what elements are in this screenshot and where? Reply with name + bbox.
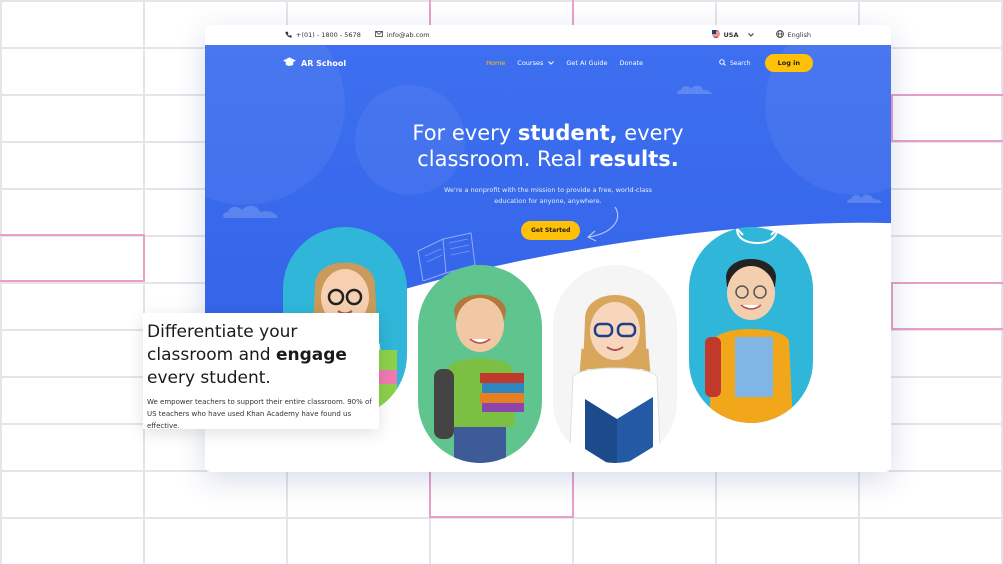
nav-link-courses-label: Courses xyxy=(517,59,544,67)
hero-headline: For every student, every classroom. Real… xyxy=(205,120,891,172)
hero-subtext: We're a nonprofit with the mission to pr… xyxy=(444,186,652,205)
highlight-cell-right-top xyxy=(891,94,1003,142)
feature-card-body: We empower teachers to support their ent… xyxy=(147,398,372,430)
top-info-bar: +(01) - 1800 - 5678 info@ab.com USA Engl… xyxy=(205,25,891,45)
nav-link-donate[interactable]: Donate xyxy=(620,59,644,67)
get-started-button[interactable]: Get Started xyxy=(521,221,581,240)
email-address: info@ab.com xyxy=(386,31,430,39)
nav-link-ai-guide[interactable]: Get AI Guide xyxy=(566,59,607,67)
login-button[interactable]: Log in xyxy=(764,54,813,72)
language-selector[interactable]: English xyxy=(775,30,811,40)
email-contact[interactable]: info@ab.com xyxy=(375,31,430,39)
headline-emphasis: student, xyxy=(517,121,618,145)
graduation-cap-icon xyxy=(283,57,296,69)
cloud-decor xyxy=(220,200,290,224)
search-button[interactable]: Search xyxy=(719,58,751,68)
headline-part: For every xyxy=(412,121,518,145)
us-flag-icon xyxy=(711,30,720,40)
search-icon xyxy=(719,58,726,68)
headline-part: classroom. Real xyxy=(417,147,589,171)
chevron-down-icon xyxy=(747,31,754,39)
highlight-cell-left xyxy=(0,234,145,282)
mail-icon xyxy=(375,31,383,39)
region-label: USA xyxy=(723,31,739,39)
card-title-line: Differentiate your xyxy=(147,322,298,342)
phone-number: +(01) - 1800 - 5678 xyxy=(296,31,361,39)
main-nav: AR School Home Courses Get AI Guide Dona… xyxy=(205,45,891,81)
phone-contact[interactable]: +(01) - 1800 - 5678 xyxy=(285,31,361,40)
globe-icon xyxy=(775,30,784,40)
search-label: Search xyxy=(729,59,751,67)
nav-links: Home Courses Get AI Guide Donate xyxy=(486,59,643,67)
language-label: English xyxy=(787,31,811,39)
student-photo-2 xyxy=(418,265,542,463)
cat-ears-doodle-icon xyxy=(733,225,781,249)
brand-name: AR School xyxy=(301,58,347,68)
cloud-decor xyxy=(845,190,885,209)
highlight-cell-right-mid xyxy=(891,282,1003,330)
nav-link-home[interactable]: Home xyxy=(486,59,505,67)
highlight-cell-bottom xyxy=(429,470,574,518)
brand-logo[interactable]: AR School xyxy=(283,57,346,69)
phone-icon xyxy=(285,31,292,40)
nav-link-courses[interactable]: Courses xyxy=(517,59,555,67)
feature-card: Differentiate your classroom and engage … xyxy=(143,313,379,430)
student-photo-4 xyxy=(689,227,813,423)
headline-part: every xyxy=(617,121,684,145)
region-selector[interactable]: USA xyxy=(711,30,754,40)
card-title-emphasis: engage xyxy=(275,345,347,365)
student-photo-3 xyxy=(553,265,677,463)
card-title-line: every student. xyxy=(147,368,271,388)
headline-emphasis: results. xyxy=(589,147,679,171)
highlight-cell-top xyxy=(429,0,574,27)
chevron-down-icon xyxy=(548,59,555,67)
cloud-decor xyxy=(675,81,715,100)
card-title-line: classroom and xyxy=(147,345,276,365)
feature-card-title: Differentiate your classroom and engage … xyxy=(147,321,375,390)
